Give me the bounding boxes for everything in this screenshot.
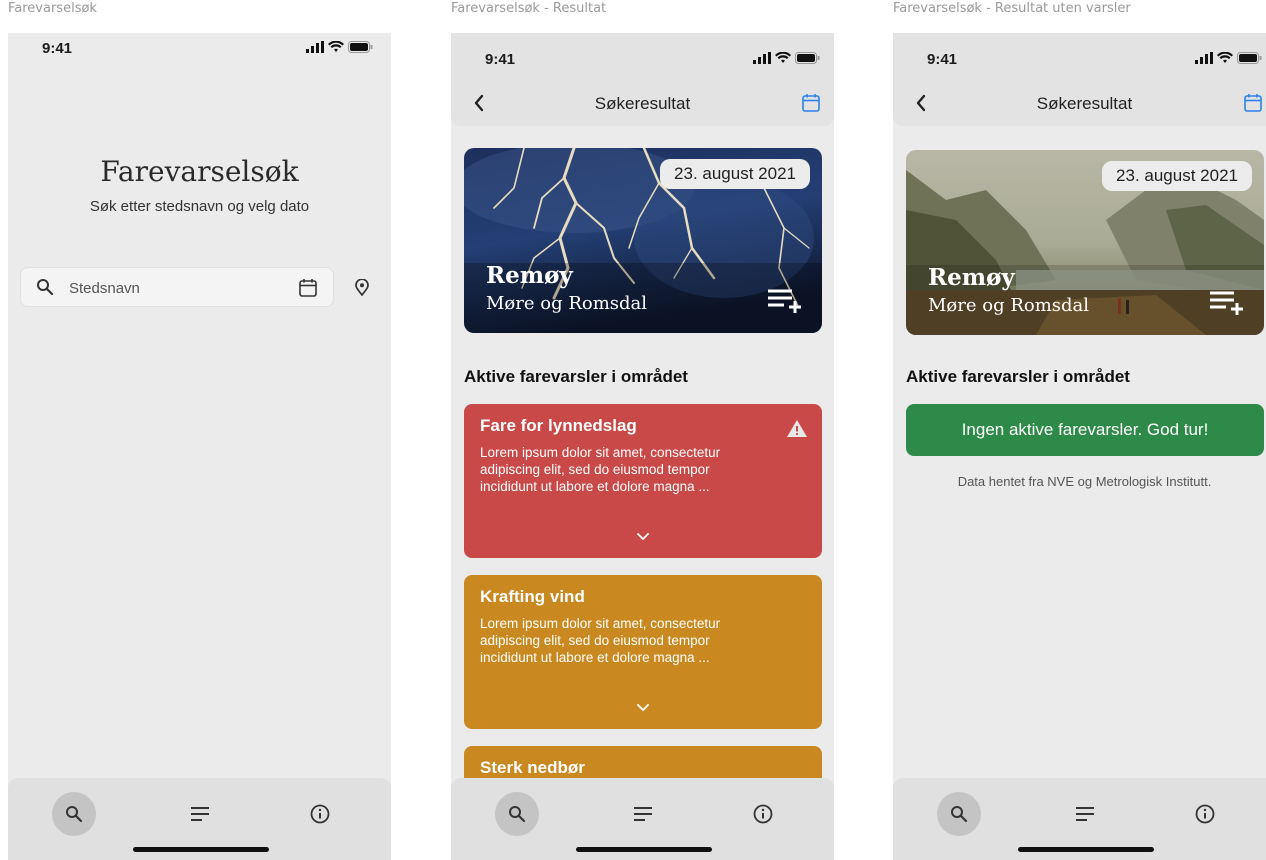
status-bar: 9:41 [451,33,834,77]
place-name: Remøy [928,264,1015,291]
location-hero-card: 23. august 2021 Remøy Møre og Romsdal [464,148,822,333]
add-to-list-icon[interactable] [1210,290,1244,321]
frame-label-result: Farevarselsøk - Resultat [451,1,607,16]
wifi-icon [1217,52,1233,63]
warning-icon [786,419,808,443]
signal-icon [306,41,324,53]
date-badge[interactable]: 23. august 2021 [1102,161,1252,191]
status-bar: 9:41 [893,33,1266,77]
status-icons [306,41,373,53]
home-indicator [1018,847,1154,852]
tab-info[interactable] [298,792,342,836]
place-search-field[interactable]: Stedsnavn [20,267,334,307]
frame-label-result-empty: Farevarselsøk - Resultat uten varsler [893,1,1131,16]
alert-body: Lorem ipsum dolor sit amet, consectetur … [480,616,721,665]
battery-icon [795,52,820,64]
battery-icon [348,41,373,53]
info-icon [1195,804,1215,824]
calendar-icon[interactable] [802,93,820,117]
status-time: 9:41 [927,51,958,68]
alert-card[interactable]: Krafting vind Lorem ipsum dolor sit amet… [464,575,822,729]
tab-info[interactable] [1183,792,1227,836]
alert-card[interactable]: Fare for lynnedslag Lorem ipsum dolor si… [464,404,822,558]
nav-header: 9:41 Søkeresultat [451,33,834,126]
alert-body: Lorem ipsum dolor sit amet, consectetur … [480,445,721,494]
battery-icon [1237,52,1262,64]
list-icon [1076,807,1094,821]
alerts-section-title: Aktive farevarsler i området [906,367,1130,386]
tab-info[interactable] [741,792,785,836]
search-screen: 9:41 Farevarselsøk Søk etter stedsnavn o… [8,33,391,860]
search-icon [66,806,83,823]
header-title: Søkeresultat [1036,94,1133,113]
search-icon [509,806,526,823]
result-screen: 9:41 Søkeresultat 23. august 2021 Remøy … [451,33,834,860]
search-icon [951,806,968,823]
data-source-note: Data hentet fra NVE og Metrologisk Insti… [957,474,1212,489]
tab-list[interactable] [622,792,666,836]
wifi-icon [328,41,344,52]
tab-search[interactable] [52,792,96,836]
search-icon [36,278,54,301]
result-screen-no-alerts: 9:41 Søkeresultat 23. august 2021 Remøy … [893,33,1266,860]
alert-title: Krafting vind [480,587,585,606]
list-icon [634,807,652,821]
home-indicator [576,847,712,852]
page-title: Farevarselsøk [100,155,299,188]
search-input[interactable]: Stedsnavn [69,280,140,297]
page-subtitle: Søk etter stedsnavn og velg dato [89,198,310,215]
alerts-section-title: Aktive farevarsler i området [464,367,688,386]
add-to-list-icon[interactable] [768,288,802,319]
alert-title: Fare for lynnedslag [480,416,637,435]
location-pin-icon[interactable] [355,278,369,301]
chevron-down-icon[interactable] [636,528,650,546]
place-name: Remøy [486,262,573,289]
info-icon [753,804,773,824]
region-name: Møre og Romsdal [928,295,1090,316]
nav-header: 9:41 Søkeresultat [893,33,1266,126]
location-hero-card: 23. august 2021 Remøy Møre og Romsdal [906,150,1264,335]
date-badge[interactable]: 23. august 2021 [660,159,810,189]
tab-list[interactable] [1064,792,1108,836]
header-title: Søkeresultat [594,94,691,113]
tab-bar [893,778,1266,860]
status-time: 9:41 [485,51,516,68]
status-icons [1195,52,1262,64]
region-name: Møre og Romsdal [486,293,648,314]
tab-search[interactable] [495,792,539,836]
tab-search[interactable] [937,792,981,836]
signal-icon [753,52,771,64]
home-indicator [133,847,269,852]
tab-bar [8,778,391,860]
tab-list[interactable] [179,792,223,836]
frame-label-search: Farevarselsøk [8,1,97,16]
calendar-icon[interactable] [299,278,317,302]
status-bar: 9:41 [8,33,391,77]
info-icon [310,804,330,824]
list-icon [191,807,209,821]
status-time: 9:41 [42,40,73,57]
wifi-icon [775,52,791,63]
chevron-down-icon[interactable] [636,699,650,717]
status-icons [753,52,820,64]
alert-title: Sterk nedbør [480,758,585,777]
signal-icon [1195,52,1213,64]
calendar-icon[interactable] [1244,93,1262,117]
no-alerts-banner: Ingen aktive farevarsler. God tur! [906,404,1264,456]
tab-bar [451,778,834,860]
